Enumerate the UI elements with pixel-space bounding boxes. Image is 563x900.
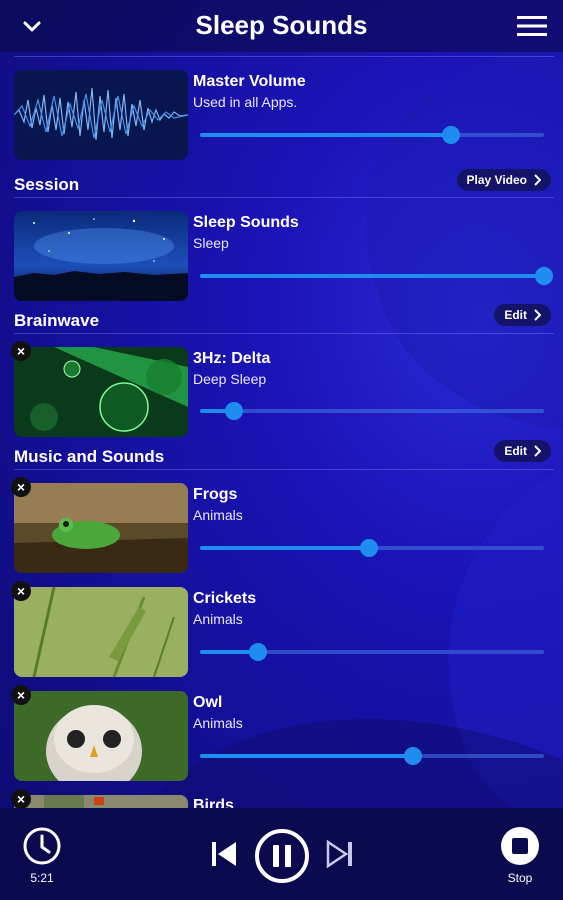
owl-volume-slider[interactable] bbox=[200, 746, 544, 766]
track-name: Owl bbox=[193, 694, 223, 711]
crickets-volume-slider[interactable] bbox=[200, 642, 544, 662]
skip-next-icon[interactable] bbox=[324, 838, 356, 870]
cricket-thumbnail bbox=[14, 587, 188, 677]
section-title-session: Session bbox=[14, 175, 80, 194]
pause-button[interactable] bbox=[254, 828, 310, 884]
page-title: Sleep Sounds bbox=[195, 10, 368, 40]
play-video-label: Play Video bbox=[466, 173, 527, 187]
track-subtitle: Used in all Apps. bbox=[193, 94, 298, 110]
frog-thumbnail bbox=[14, 483, 188, 573]
chevron-right-icon bbox=[534, 445, 541, 457]
stop-button[interactable] bbox=[500, 826, 540, 866]
divider bbox=[14, 56, 554, 57]
track-subtitle: Animals bbox=[193, 611, 243, 627]
edit-label: Edit bbox=[504, 444, 527, 458]
session-volume-slider[interactable] bbox=[200, 266, 553, 286]
remove-track-button[interactable]: × bbox=[11, 685, 31, 705]
top-bar: Sleep Sounds bbox=[0, 0, 563, 52]
green-bubbles-thumbnail bbox=[14, 347, 188, 437]
section-title-brainwave: Brainwave bbox=[14, 311, 100, 330]
track-subtitle: Deep Sleep bbox=[193, 371, 267, 387]
track-name: Frogs bbox=[193, 486, 238, 503]
owl-thumbnail bbox=[14, 691, 188, 781]
timer-label: 5:21 bbox=[30, 871, 54, 885]
slider-knob[interactable] bbox=[359, 539, 378, 557]
track-name: Crickets bbox=[193, 590, 257, 607]
stop-label: Stop bbox=[507, 871, 533, 885]
divider bbox=[14, 333, 554, 334]
track-name: 3Hz: Delta bbox=[193, 350, 271, 367]
slider-knob[interactable] bbox=[404, 747, 423, 765]
slider-knob[interactable] bbox=[535, 267, 553, 285]
remove-track-button[interactable]: × bbox=[11, 477, 31, 497]
track-subtitle: Animals bbox=[193, 715, 243, 731]
remove-track-button[interactable]: × bbox=[11, 581, 31, 601]
track-subtitle: Sleep bbox=[193, 235, 229, 251]
chevron-right-icon bbox=[534, 309, 541, 321]
track-name: Sleep Sounds bbox=[193, 214, 299, 231]
divider bbox=[14, 197, 554, 198]
brainwave-edit-button[interactable]: Edit bbox=[494, 304, 551, 326]
remove-track-button[interactable]: × bbox=[11, 341, 31, 361]
divider bbox=[14, 469, 554, 470]
night-sky-thumbnail bbox=[14, 211, 188, 301]
master-volume-slider[interactable] bbox=[200, 125, 544, 145]
edit-label: Edit bbox=[504, 308, 527, 322]
music-edit-button[interactable]: Edit bbox=[494, 440, 551, 462]
skip-previous-icon[interactable] bbox=[208, 838, 240, 870]
track-name: Master Volume bbox=[193, 73, 306, 90]
remove-track-button[interactable]: × bbox=[11, 789, 31, 809]
waveform-thumbnail bbox=[14, 70, 188, 160]
play-video-button[interactable]: Play Video bbox=[456, 169, 551, 191]
player-bar: 5:21 Stop bbox=[0, 808, 563, 900]
section-title-music: Music and Sounds bbox=[14, 447, 165, 466]
frogs-volume-slider[interactable] bbox=[200, 538, 544, 558]
slider-knob[interactable] bbox=[249, 643, 268, 661]
track-subtitle: Animals bbox=[193, 507, 243, 523]
chevron-right-icon bbox=[534, 174, 541, 186]
birds-thumbnail bbox=[14, 795, 188, 808]
slider-knob[interactable] bbox=[442, 126, 461, 144]
hamburger-menu-icon[interactable] bbox=[517, 14, 547, 38]
slider-knob[interactable] bbox=[225, 402, 244, 420]
brainwave-volume-slider[interactable] bbox=[200, 401, 544, 421]
timer-clock-icon[interactable] bbox=[22, 826, 62, 866]
